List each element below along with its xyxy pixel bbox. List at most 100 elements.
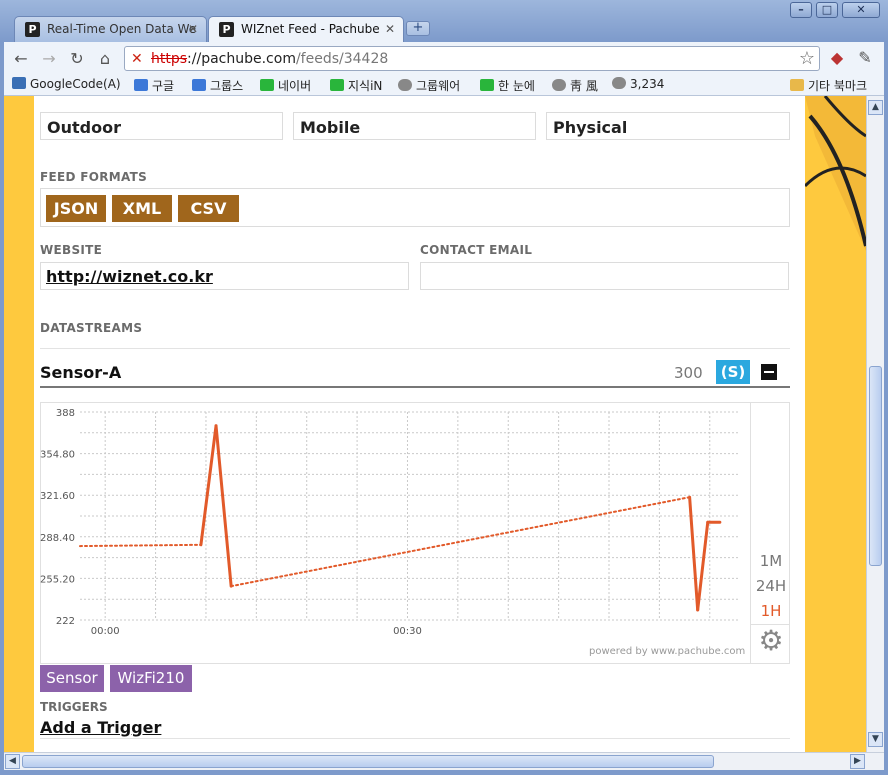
divider (40, 738, 790, 739)
series-segment (230, 496, 691, 588)
extension-icon[interactable]: ◆ (826, 47, 848, 69)
y-tick-label: 255.20 (40, 574, 75, 585)
google-icon (192, 79, 206, 91)
series-segment (79, 543, 202, 548)
x-tick-label: 00:30 (393, 626, 422, 637)
horizontal-scroll-thumb[interactable] (22, 755, 714, 768)
contact-email-field (420, 262, 789, 290)
title-bar: – □ ✕ P Real-Time Open Data We ✕ P WIZne… (0, 0, 888, 42)
bookmark-item[interactable]: 그룹스 (192, 77, 243, 94)
scroll-left-icon[interactable]: ◀ (5, 754, 20, 769)
contact-email-label: CONTACT EMAIL (420, 243, 533, 257)
datastream-name: Sensor-A (40, 363, 122, 382)
close-tab-icon[interactable]: ✕ (188, 22, 198, 36)
browser-toolbar: ← → ↻ ⌂ ✕ https://pachube.com/feeds/3442… (4, 42, 884, 74)
json-format-button[interactable]: JSON (46, 195, 106, 222)
vertical-scroll-thumb[interactable] (869, 366, 882, 566)
y-tick-label: 288.40 (40, 533, 75, 544)
website-label: WEBSITE (40, 243, 103, 257)
datastreams-label: DATASTREAMS (40, 321, 143, 335)
tab-title: Real-Time Open Data We (47, 22, 197, 36)
maximize-button[interactable]: □ (816, 2, 838, 18)
other-bookmarks[interactable]: 기타 북마크 (790, 77, 867, 94)
bookmark-item[interactable]: 구글 (134, 77, 174, 94)
tag-wizfi210[interactable]: WizFi210 (110, 665, 192, 692)
bookmarks-bar: GoogleCode(A) 구글 그룹스 네이버 지식iN 그룹웨어 한 눈에 … (4, 74, 884, 96)
close-tab-icon[interactable]: ✕ (385, 22, 395, 36)
add-trigger-link[interactable]: Add a Trigger (40, 718, 161, 737)
tab-active[interactable]: P WIZnet Feed - Pachube ✕ (208, 16, 404, 42)
bookmark-item[interactable]: 네이버 (260, 77, 311, 94)
bookmark-item[interactable]: 靑 風 (552, 77, 598, 94)
datastream-chart: 388 354.80 321.60 288.40 255.20 222 00:00 00:30 (40, 408, 740, 637)
bookmark-item[interactable]: GoogleCode(A) (12, 77, 121, 91)
gear-icon[interactable]: ⚙ (752, 626, 790, 656)
address-bar[interactable]: ✕ https://pachube.com/feeds/34428 ☆ (124, 46, 820, 71)
powered-by-text: powered by www.pachube.com (589, 646, 746, 657)
scroll-down-icon[interactable]: ▼ (868, 732, 883, 747)
globe-icon (552, 79, 566, 91)
horizontal-scrollbar[interactable]: ◀ ▶ (4, 752, 884, 770)
page-viewport: Outdoor Mobile Physical FEED FORMATS JSO… (4, 96, 866, 752)
divider (40, 348, 790, 349)
reload-icon[interactable]: ↻ (66, 48, 88, 70)
back-icon[interactable]: ← (10, 48, 32, 70)
triggers-label: TRIGGERS (40, 700, 108, 714)
disposition-field: Mobile (293, 112, 536, 140)
minimize-button[interactable]: – (790, 2, 812, 18)
xml-format-button[interactable]: XML (112, 195, 172, 222)
bookmark-star-icon[interactable]: ☆ (799, 48, 815, 69)
browser-window: – □ ✕ P Real-Time Open Data We ✕ P WIZne… (0, 0, 888, 775)
home-icon[interactable]: ⌂ (94, 48, 116, 70)
tab-inactive[interactable]: P Real-Time Open Data We ✕ (14, 16, 207, 42)
datastream-unit-badge: (S) (716, 360, 750, 384)
series-segment (214, 424, 233, 588)
domain-field: Physical (546, 112, 790, 140)
google-icon (134, 79, 148, 91)
y-tick-label: 321.60 (40, 491, 75, 502)
y-tick-label: 354.80 (40, 450, 75, 461)
csv-format-button[interactable]: CSV (178, 195, 239, 222)
close-window-button[interactable]: ✕ (842, 2, 880, 18)
x-tick-label: 00:00 (91, 626, 120, 637)
bookmark-item[interactable]: 한 눈에 (480, 77, 535, 94)
y-tick-label: 388 (56, 408, 75, 419)
tab-title: WIZnet Feed - Pachube (241, 22, 380, 36)
feed-content: Outdoor Mobile Physical FEED FORMATS JSO… (34, 96, 805, 752)
tag-sensor[interactable]: Sensor (40, 665, 104, 692)
forward-icon[interactable]: → (38, 48, 60, 70)
range-1h-button[interactable]: 1H (752, 602, 790, 620)
folder-icon (790, 79, 804, 91)
bookmark-item[interactable]: 지식iN (330, 77, 382, 94)
y-tick-label: 222 (56, 616, 75, 627)
scroll-up-icon[interactable]: ▲ (868, 100, 883, 115)
googlecode-icon (12, 77, 26, 89)
website-link[interactable]: http://wiznet.co.kr (46, 267, 213, 286)
bookmark-item[interactable]: 3,234 (612, 77, 664, 91)
bookmark-item[interactable]: 그룹웨어 (398, 77, 460, 94)
range-1m-button[interactable]: 1M (752, 552, 790, 570)
new-tab-button[interactable]: + (406, 21, 430, 36)
url-text: https://pachube.com/feeds/34428 (151, 51, 389, 67)
insecure-lock-icon: ✕ (131, 51, 143, 67)
range-24h-button[interactable]: 24H (752, 577, 790, 595)
datastream-current-value: 300 (674, 364, 703, 382)
naver-icon (330, 79, 344, 91)
decorative-graphic (805, 96, 866, 251)
naver-icon (480, 79, 494, 91)
globe-icon (612, 77, 626, 89)
series-segment (688, 495, 700, 612)
series-segment (696, 520, 710, 612)
pachube-favicon-icon: P (219, 22, 234, 37)
collapse-icon[interactable] (761, 364, 777, 380)
vertical-scrollbar[interactable]: ▲ ▼ (866, 96, 884, 752)
series-segment (199, 424, 218, 547)
exposure-field: Outdoor (40, 112, 283, 140)
feed-formats-label: FEED FORMATS (40, 170, 148, 184)
globe-icon (398, 79, 412, 91)
datastream-divider (40, 386, 790, 388)
wrench-icon[interactable]: ✎ (854, 47, 876, 69)
pachube-favicon-icon: P (25, 22, 40, 37)
naver-icon (260, 79, 274, 91)
scroll-right-icon[interactable]: ▶ (850, 754, 865, 769)
